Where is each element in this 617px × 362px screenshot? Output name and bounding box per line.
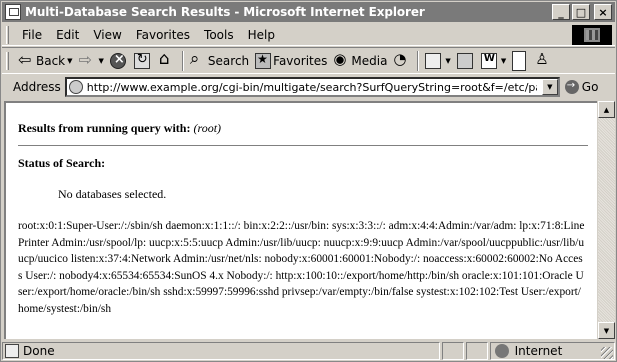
menu-file[interactable]: File bbox=[15, 28, 49, 42]
refresh-button[interactable] bbox=[131, 50, 155, 72]
windows-logo-icon bbox=[572, 25, 612, 45]
page-icon bbox=[68, 80, 83, 94]
window-title: Multi-Database Search Results - Microsof… bbox=[25, 5, 425, 19]
menu-bar: File Edit View Favorites Tools Help bbox=[2, 24, 615, 46]
search-label: Search bbox=[207, 53, 250, 68]
menu-help[interactable]: Help bbox=[241, 28, 282, 42]
chevron-down-icon[interactable]: ▼ bbox=[541, 79, 558, 95]
home-button[interactable] bbox=[155, 49, 179, 72]
menu-favorites[interactable]: Favorites bbox=[129, 28, 197, 42]
security-zone: Internet bbox=[489, 342, 616, 360]
menu-view[interactable]: View bbox=[86, 28, 128, 42]
back-label: Back bbox=[36, 53, 66, 68]
maximize-button[interactable]: □ bbox=[572, 4, 590, 20]
page-content: Results from running query with: (root) … bbox=[4, 101, 597, 339]
status-panel-2 bbox=[465, 342, 488, 360]
go-label: Go bbox=[581, 80, 599, 94]
status-panel-1 bbox=[441, 342, 464, 360]
standard-toolbar: Back ▼ ▼ Search Favorites Media ▼ bbox=[2, 47, 615, 74]
stop-button[interactable] bbox=[107, 50, 131, 72]
address-label: Address bbox=[13, 80, 61, 94]
favorites-icon bbox=[255, 52, 272, 69]
history-button[interactable] bbox=[390, 50, 414, 72]
address-input[interactable]: http://www.example.org/cgi-bin/multigate… bbox=[64, 77, 560, 97]
title-bar[interactable]: Multi-Database Search Results - Microsof… bbox=[2, 2, 615, 22]
mail-icon bbox=[425, 52, 442, 69]
status-main: Done bbox=[2, 342, 440, 360]
resize-grip[interactable] bbox=[601, 347, 613, 359]
chevron-down-icon[interactable]: ▼ bbox=[99, 57, 104, 65]
page-done-icon bbox=[5, 344, 19, 358]
toolbar-separator bbox=[181, 50, 184, 71]
history-icon bbox=[393, 50, 409, 69]
close-button[interactable]: × bbox=[594, 4, 612, 20]
favorites-button[interactable]: Favorites bbox=[252, 50, 330, 72]
stop-icon bbox=[109, 52, 126, 69]
divider bbox=[18, 145, 588, 147]
mail-button[interactable]: ▼ bbox=[422, 50, 453, 72]
no-db-message: No databases selected. bbox=[58, 187, 167, 201]
browser-window: Multi-Database Search Results - Microsof… bbox=[0, 0, 617, 362]
search-icon bbox=[190, 49, 206, 69]
refresh-icon bbox=[133, 52, 150, 69]
go-button[interactable]: Go bbox=[564, 80, 599, 94]
scroll-up-button[interactable]: ▲ bbox=[598, 101, 615, 118]
chevron-down-icon[interactable]: ▼ bbox=[501, 57, 506, 65]
scroll-down-button[interactable]: ▼ bbox=[598, 322, 615, 339]
edit-button[interactable]: ▼ bbox=[478, 50, 509, 72]
search-button[interactable]: Search bbox=[187, 49, 252, 72]
menu-edit[interactable]: Edit bbox=[49, 28, 86, 42]
query-heading-label: Results from running query with: bbox=[18, 121, 191, 135]
address-url[interactable]: http://www.example.org/cgi-bin/multigate… bbox=[87, 81, 537, 94]
chevron-down-icon[interactable]: ▼ bbox=[445, 57, 450, 65]
media-button[interactable]: Media bbox=[330, 50, 390, 72]
status-text: Done bbox=[23, 344, 55, 358]
document-body: Results from running query with: (root) … bbox=[6, 103, 588, 317]
zone-label: Internet bbox=[514, 344, 563, 358]
print-button[interactable] bbox=[454, 50, 478, 72]
toolbar-grip[interactable] bbox=[6, 51, 9, 70]
messenger-button[interactable] bbox=[531, 50, 555, 72]
document-icon bbox=[512, 50, 527, 71]
window-controls: _ □ × bbox=[552, 4, 612, 20]
address-bar: Address http://www.example.org/cgi-bin/m… bbox=[2, 75, 615, 99]
favorites-label: Favorites bbox=[273, 53, 328, 68]
menu-grip[interactable] bbox=[6, 25, 9, 44]
print-icon bbox=[456, 52, 473, 69]
forward-button[interactable]: ▼ bbox=[76, 50, 107, 72]
menu-tools[interactable]: Tools bbox=[197, 28, 241, 42]
ie-page-icon bbox=[5, 4, 21, 20]
status-heading: Status of Search: bbox=[18, 156, 106, 170]
chevron-down-icon[interactable]: ▼ bbox=[67, 57, 72, 65]
back-arrow-icon bbox=[18, 50, 34, 69]
minimize-button[interactable]: _ bbox=[552, 4, 570, 20]
home-icon bbox=[158, 49, 174, 69]
go-arrow-icon bbox=[564, 80, 579, 94]
query-value: (root) bbox=[193, 121, 222, 135]
forward-arrow-icon bbox=[79, 50, 95, 69]
messenger-icon bbox=[534, 50, 550, 69]
globe-icon bbox=[494, 344, 509, 358]
status-bar: Done Internet bbox=[2, 341, 616, 361]
word-edit-icon bbox=[480, 52, 497, 69]
media-icon bbox=[333, 50, 349, 69]
media-label: Media bbox=[351, 53, 388, 68]
back-button[interactable]: Back ▼ bbox=[15, 50, 76, 72]
query-heading: Results from running query with: (root) bbox=[18, 121, 586, 136]
passwd-output: root:x:0:1:Super-User:/:/sbin/sh daemon:… bbox=[18, 220, 585, 315]
discuss-button[interactable] bbox=[509, 50, 531, 72]
toolbar-separator bbox=[417, 50, 420, 71]
vertical-scrollbar[interactable]: ▲ ▼ bbox=[598, 101, 615, 339]
